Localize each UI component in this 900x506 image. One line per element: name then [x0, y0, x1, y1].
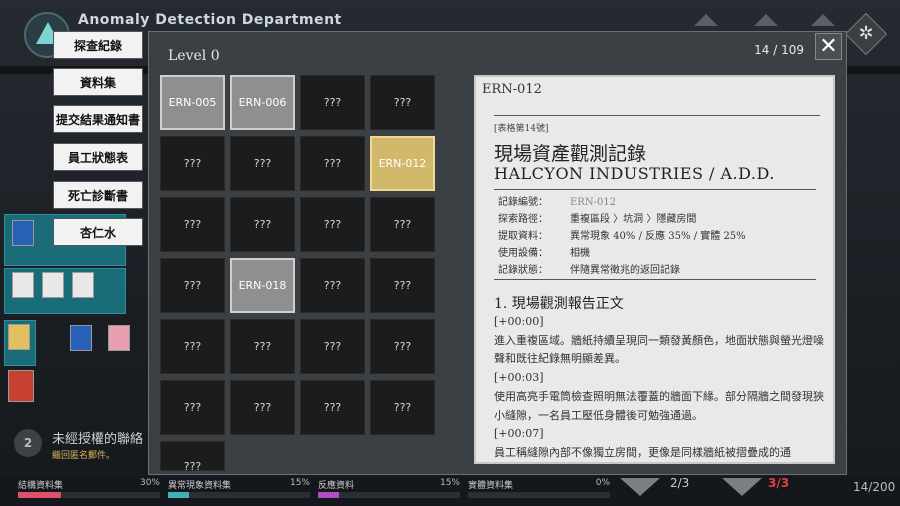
field-row: 使用設備： 相機: [498, 248, 590, 259]
record-cell[interactable]: ???: [300, 75, 365, 130]
stat-progress-bar: [318, 492, 460, 498]
close-button[interactable]: ✕: [815, 33, 842, 60]
record-cell[interactable]: ???: [370, 75, 435, 130]
gear-icon: ✲: [858, 23, 874, 44]
top-arrow-icon[interactable]: [754, 14, 778, 26]
document-icon[interactable]: [72, 272, 94, 298]
form-number: [表格第14號]: [494, 124, 549, 134]
record-document: ERN-012 [表格第14號] 現場資產觀測記錄 HALCYON INDUST…: [474, 75, 835, 464]
stat-progress-fill: [318, 492, 340, 498]
page-indicator-alert: 3/3: [768, 476, 790, 490]
record-cell[interactable]: ???: [160, 136, 225, 191]
nav-dataset[interactable]: 資料集: [53, 68, 143, 96]
top-arrow-icon[interactable]: [694, 14, 718, 26]
nav-employee-status[interactable]: 員工狀態表: [53, 143, 143, 171]
document-icon[interactable]: [70, 325, 92, 351]
record-cell[interactable]: ERN-018: [230, 258, 295, 313]
stat-progress-fill: [18, 492, 61, 498]
section-title: 1. 現場觀測報告正文: [494, 296, 624, 312]
nav-exploration-log[interactable]: 探查紀錄: [53, 31, 143, 59]
record-cell[interactable]: ???: [300, 136, 365, 191]
page-down-arrow-icon[interactable]: [722, 478, 762, 496]
record-cell[interactable]: ERN-012: [370, 136, 435, 191]
field-row: 提取資料： 異常現象 40% / 反應 35% / 實體 25%: [498, 231, 746, 242]
record-cell[interactable]: ???: [370, 319, 435, 374]
stat-progress-bar: [18, 492, 160, 498]
record-cell[interactable]: ???: [300, 380, 365, 435]
stat-label: 實體資料集: [468, 481, 514, 491]
divider: [494, 279, 816, 280]
stat-progress-fill: [168, 492, 190, 498]
report-paragraph: 進入重複區域。牆紙持續呈現同一類發黃顏色，地面狀態與螢光燈噪聲和既往紀錄無明顯差…: [494, 333, 824, 366]
stat-percent: 30%: [139, 478, 160, 488]
record-cell[interactable]: ERN-005: [160, 75, 225, 130]
timestamp: [+00:07]: [494, 427, 544, 441]
flashlight-icon[interactable]: [8, 324, 30, 350]
document-icon[interactable]: [12, 272, 34, 298]
record-cell[interactable]: ???: [230, 380, 295, 435]
record-cell[interactable]: ???: [230, 197, 295, 252]
record-cell[interactable]: ???: [160, 197, 225, 252]
page-down-arrow-icon[interactable]: [620, 478, 660, 496]
company-name: HALCYON INDUSTRIES / A.D.D.: [494, 164, 775, 183]
record-cell[interactable]: ???: [160, 441, 225, 471]
record-cell[interactable]: ERN-006: [230, 75, 295, 130]
field-row: 記錄編號： ERN-012: [498, 197, 617, 208]
document-icon[interactable]: [8, 370, 34, 402]
page-indicator: 2/3: [670, 476, 690, 490]
record-cell[interactable]: ???: [160, 319, 225, 374]
stat-label: 異常現象資料集: [168, 481, 232, 491]
record-cell[interactable]: ???: [300, 319, 365, 374]
top-arrow-icon[interactable]: [811, 14, 835, 26]
app-title: Anomaly Detection Department: [78, 12, 342, 28]
document-icon[interactable]: [12, 220, 34, 246]
document-code: ERN-012: [482, 82, 542, 97]
record-cell[interactable]: ???: [230, 319, 295, 374]
record-cell[interactable]: ???: [370, 197, 435, 252]
divider: [494, 189, 816, 190]
record-counter: 14 / 109: [754, 43, 804, 57]
report-body[interactable]: [+00:00] 進入重複區域。牆紙持續呈現同一類發黃顏色，地面狀態與螢光燈噪聲…: [494, 313, 824, 462]
notification-title[interactable]: 未經授權的聯絡: [52, 428, 143, 447]
stat-progress-bar: [468, 492, 610, 498]
stat-percent: 15%: [439, 478, 460, 488]
record-fields: 記錄編號： ERN-012 探索路徑： 重複區段 〉坑洞 〉隱藏房間 提取資料： 異常…: [498, 194, 746, 279]
stat-label: 結構資料集: [18, 481, 64, 491]
record-cell[interactable]: ???: [160, 258, 225, 313]
nav-death-certificate[interactable]: 死亡診斷書: [53, 181, 143, 209]
document-title: 現場資產觀測記錄: [494, 143, 647, 165]
nav-almond-water[interactable]: 杏仁水: [53, 218, 143, 246]
timestamp: [+00:03]: [494, 371, 544, 385]
report-paragraph: 員工稱縫隙內部不像獨立房間，更像是同樣牆紙被摺疊成的通: [494, 445, 791, 459]
report-paragraph: 使用高亮手電筒檢查照明無法覆蓋的牆面下緣。部分隔牆之間發現狹小縫隙，一名員工壓低…: [494, 389, 824, 422]
record-cell[interactable]: ???: [370, 380, 435, 435]
stat-label: 反應資料: [318, 481, 355, 491]
field-row: 探索路徑： 重複區段 〉坑洞 〉隱藏房間: [498, 214, 697, 225]
document-icon[interactable]: [108, 325, 130, 351]
notification-subtitle: 繼回匿名郵件。: [52, 451, 116, 461]
divider: [494, 115, 820, 116]
level-label: Level 0: [168, 48, 220, 64]
stat-percent: 0%: [595, 478, 610, 488]
notification-count[interactable]: 2: [14, 429, 42, 457]
nav-result-notice[interactable]: 提交結果通知書: [53, 105, 143, 133]
total-counter: 14/200: [853, 480, 896, 494]
record-cell[interactable]: ???: [230, 136, 295, 191]
record-cell[interactable]: ???: [300, 197, 365, 252]
timestamp: [+00:00]: [494, 315, 544, 328]
record-cell[interactable]: ???: [160, 380, 225, 435]
record-cell[interactable]: ???: [370, 258, 435, 313]
field-row: 記錄狀態： 伴隨異常徵兆的返回記錄: [498, 265, 680, 276]
record-cell[interactable]: ???: [300, 258, 365, 313]
stat-progress-bar: [168, 492, 310, 498]
stat-percent: 15%: [289, 478, 310, 488]
document-icon[interactable]: [42, 272, 64, 298]
